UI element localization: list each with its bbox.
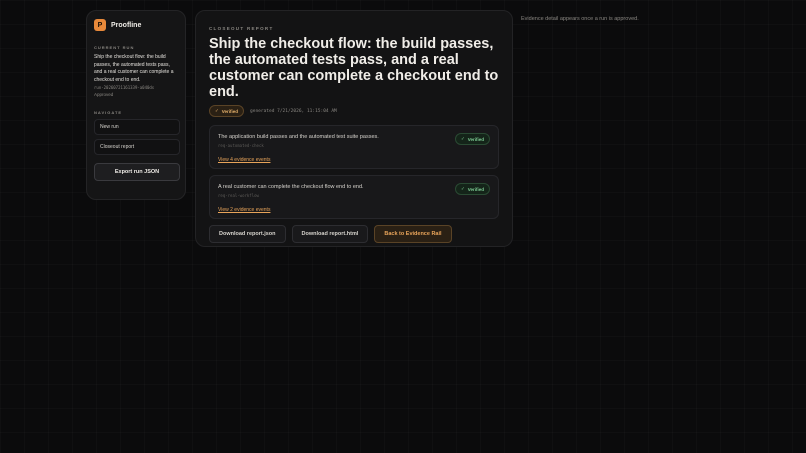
current-run-title: Ship the checkout flow: the build passes… bbox=[94, 54, 174, 83]
nav-new-run-button[interactable]: New run bbox=[94, 119, 180, 135]
evidence-detail-note: Evidence detail appears once a run is ap… bbox=[521, 16, 639, 22]
current-run-id: run-20260721161339-a040ds bbox=[94, 85, 155, 90]
check-icon: ✓ bbox=[460, 136, 465, 141]
claim-status-badge: ✓ Verified bbox=[454, 183, 490, 195]
nav-closeout-report-button[interactable]: Closeout report bbox=[94, 139, 180, 155]
report-status-label: Verified bbox=[221, 108, 239, 114]
report-status-badge: ✓ Verified bbox=[209, 105, 245, 117]
claim-status-label: Verified bbox=[467, 186, 484, 192]
claim-card: A real customer can complete the checkou… bbox=[209, 175, 499, 219]
claim-requirement-id: req-real-workflow bbox=[218, 193, 259, 198]
report-meta: ✓ Verified generated 7/21/2026, 11:15:04… bbox=[209, 105, 499, 117]
export-run-json-button[interactable]: Export run JSON bbox=[94, 163, 180, 181]
report-actions: Download report.json Download report.htm… bbox=[209, 225, 499, 243]
report-title: Ship the checkout flow: the build passes… bbox=[209, 36, 499, 100]
claim-text: A real customer can complete the checkou… bbox=[218, 184, 364, 190]
navigate-label: NAVIGATE bbox=[94, 110, 123, 115]
claim-requirement-id: req-automated-check bbox=[218, 143, 264, 148]
check-icon: ✓ bbox=[460, 186, 465, 191]
report-generated-timestamp: generated 7/21/2026, 11:15:04 AM bbox=[250, 108, 337, 114]
back-to-evidence-rail-button[interactable]: Back to Evidence Rail bbox=[374, 225, 452, 243]
claim-text: The application build passes and the aut… bbox=[218, 134, 379, 140]
claim-status-label: Verified bbox=[467, 136, 484, 142]
brand-name: Proofline bbox=[111, 21, 142, 29]
proofline-logo-icon: P bbox=[94, 19, 106, 31]
current-run-label: CURRENT RUN bbox=[94, 45, 135, 50]
check-icon: ✓ bbox=[215, 108, 219, 113]
current-run-status: Approved bbox=[94, 92, 114, 97]
claim-card: The application build passes and the aut… bbox=[209, 125, 499, 169]
claim-status-badge: ✓ Verified bbox=[454, 133, 490, 145]
report-eyebrow: CLOSEOUT REPORT bbox=[209, 26, 274, 31]
view-evidence-link[interactable]: View 2 evidence events bbox=[218, 207, 270, 213]
brand: P Proofline bbox=[94, 19, 178, 31]
download-report-json-button[interactable]: Download report.json bbox=[209, 225, 286, 243]
closeout-report-card: CLOSEOUT REPORT Ship the checkout flow: … bbox=[195, 10, 513, 247]
download-report-html-button[interactable]: Download report.html bbox=[291, 225, 369, 243]
view-evidence-link[interactable]: View 4 evidence events bbox=[218, 157, 270, 163]
sidebar: P Proofline CURRENT RUN Ship the checkou… bbox=[86, 10, 186, 200]
